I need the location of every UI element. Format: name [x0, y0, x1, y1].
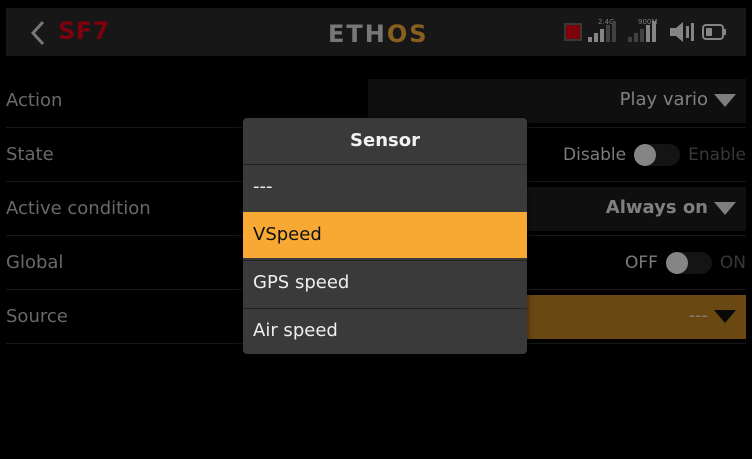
- option-label: ---: [253, 176, 273, 197]
- option-none[interactable]: ---: [243, 164, 527, 210]
- screen: SF7 ETHOS 2.4G 900M Action Play vario St…: [6, 8, 746, 451]
- option-air-speed[interactable]: Air speed: [243, 308, 527, 354]
- option-vspeed[interactable]: VSpeed: [243, 212, 527, 258]
- dialog-title: Sensor: [350, 130, 420, 151]
- option-label: Air speed: [253, 320, 338, 341]
- option-label: GPS speed: [253, 272, 350, 293]
- sensor-dialog: Sensor --- VSpeed GPS speed Air speed: [243, 118, 527, 354]
- option-gps-speed[interactable]: GPS speed: [243, 260, 527, 306]
- option-label: VSpeed: [253, 224, 322, 245]
